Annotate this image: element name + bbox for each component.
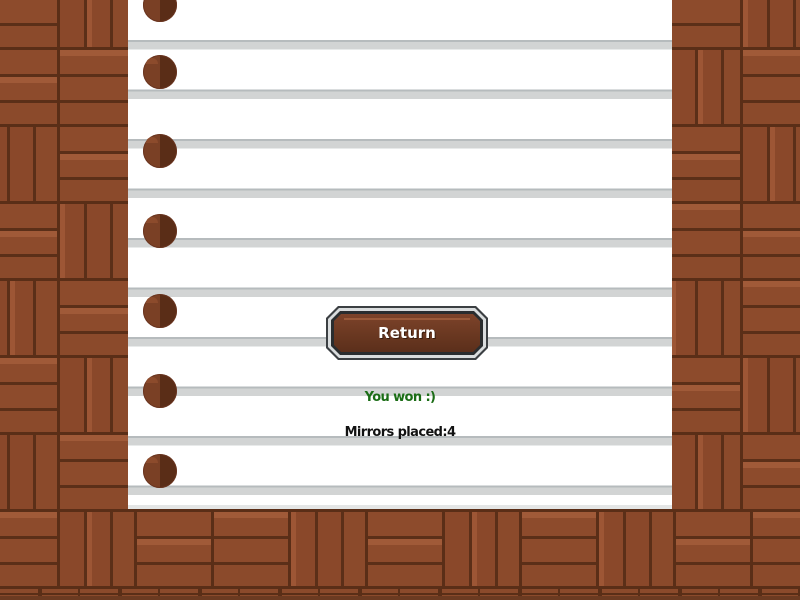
return-button-label: Return	[378, 324, 436, 342]
floor-tile	[740, 432, 800, 512]
floor-tile	[57, 432, 137, 512]
floor-tile	[288, 509, 368, 589]
floor-tile	[740, 355, 800, 435]
floor-tile	[57, 47, 137, 127]
floor-tile	[740, 47, 800, 127]
floor-tile	[134, 509, 214, 589]
floor-tile	[0, 355, 60, 435]
return-button[interactable]: Return	[326, 306, 488, 360]
floor-tile	[668, 124, 748, 204]
floor-tile	[57, 278, 137, 358]
floor-tile	[519, 509, 599, 589]
floor-tile	[0, 47, 60, 127]
floor-tile	[740, 201, 800, 281]
floor-tile	[668, 278, 748, 358]
floor-bottom-edge	[0, 596, 800, 600]
floor-tile	[0, 124, 60, 204]
floor-tile	[57, 0, 137, 50]
floor-tile	[740, 278, 800, 358]
floor-tile	[668, 201, 748, 281]
binder-hole-icon	[143, 55, 177, 89]
floor-tile	[673, 509, 753, 589]
floor-tile	[596, 509, 676, 589]
floor-tile	[0, 278, 60, 358]
floor-tile	[750, 509, 800, 589]
floor-tile	[0, 0, 60, 50]
win-message: You won :)	[364, 390, 436, 405]
floor-tile	[740, 0, 800, 50]
binder-hole-icon	[143, 134, 177, 168]
binder-hole-icon	[143, 374, 177, 408]
mirrors-placed-label: Mirrors placed:	[344, 425, 448, 440]
floor-tile	[0, 509, 60, 589]
mirrors-placed-count: 4	[446, 425, 456, 440]
floor-tile	[668, 47, 748, 127]
floor-tile	[57, 355, 137, 435]
floor-tile	[57, 124, 137, 204]
floor-tile	[0, 201, 60, 281]
floor-tile	[442, 509, 522, 589]
floor-tile	[0, 432, 60, 512]
floor-tile	[365, 509, 445, 589]
binder-hole-icon	[143, 214, 177, 248]
floor-tile	[668, 0, 748, 50]
floor-tile	[57, 201, 137, 281]
floor-tile	[211, 509, 291, 589]
floor-tile	[668, 355, 748, 435]
floor-tile	[668, 432, 748, 512]
paper-edge	[128, 505, 672, 509]
binder-hole-icon	[143, 294, 177, 328]
floor-tile	[740, 124, 800, 204]
binder-hole-icon	[143, 454, 177, 488]
mirrors-placed-text: Mirrors placed:4	[300, 425, 500, 440]
floor-tile	[57, 509, 137, 589]
